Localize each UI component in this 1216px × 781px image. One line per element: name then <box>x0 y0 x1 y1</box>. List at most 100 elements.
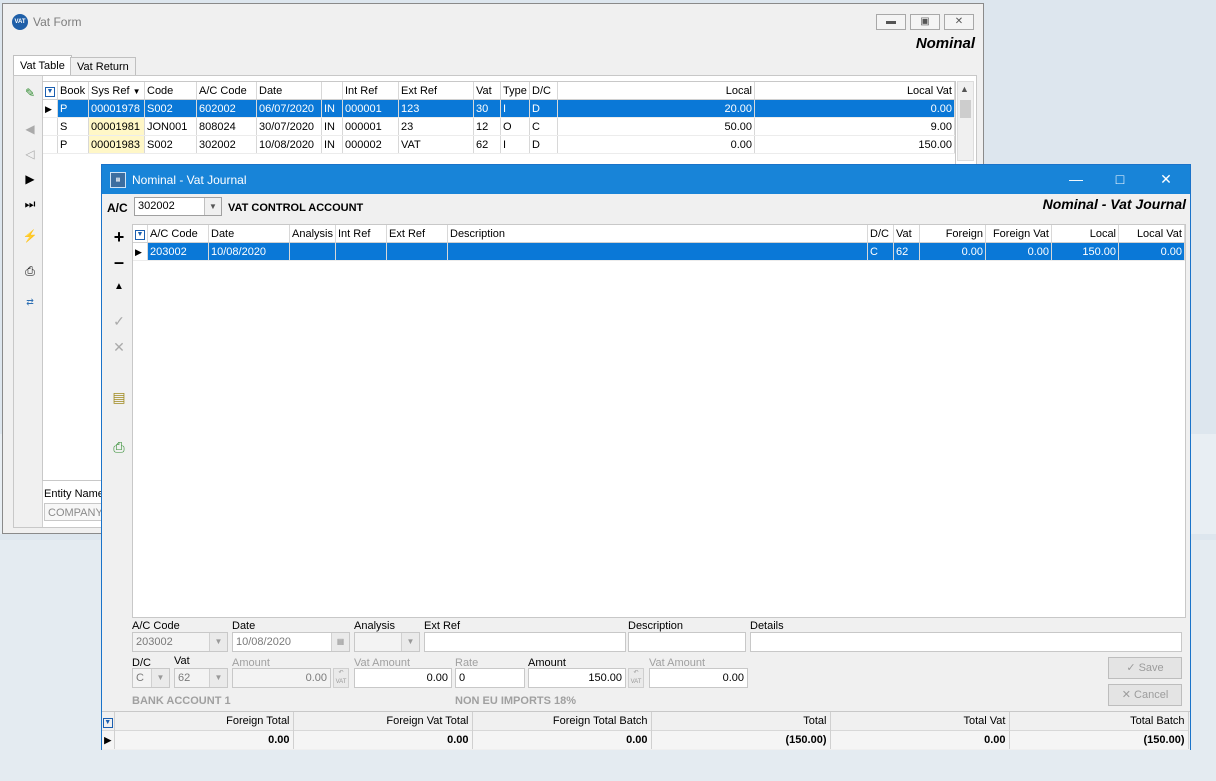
column-header[interactable]: Code <box>144 82 197 100</box>
column-header[interactable] <box>321 82 343 100</box>
vat-code-combo[interactable]: 62 ▼ <box>174 668 228 688</box>
column-header[interactable]: Local Vat <box>1118 225 1185 243</box>
table-cell: 000002 <box>342 135 399 154</box>
column-header[interactable]: Ext Ref <box>386 225 448 243</box>
close-icon: ✕ <box>1121 689 1131 701</box>
vat-code-value: 62 <box>178 672 191 684</box>
sort-desc-icon: ▼ <box>132 86 141 96</box>
remove-icon[interactable]: – <box>109 252 129 272</box>
minimize-button[interactable]: ▬ <box>876 14 906 30</box>
cancel-icon[interactable]: ✕ <box>109 337 129 357</box>
ext-ref-input[interactable] <box>424 632 626 652</box>
description-label: Description <box>628 620 684 632</box>
table-cell: 203002 <box>147 242 209 261</box>
chevron-down-icon[interactable]: ▼ <box>209 669 227 687</box>
column-header[interactable]: Type <box>500 82 530 100</box>
date-field[interactable]: 10/08/2020 ▦ <box>232 632 350 652</box>
column-header[interactable]: Int Ref <box>342 82 399 100</box>
chevron-down-icon[interactable]: ▼ <box>401 633 419 651</box>
add-icon[interactable]: + <box>109 227 129 247</box>
chevron-down-icon[interactable]: ▼ <box>209 633 227 651</box>
column-chooser-icon[interactable]: ▼ <box>43 82 58 100</box>
amount-local-input[interactable]: 150.00 <box>528 668 626 688</box>
print-icon[interactable]: ⎙ <box>22 263 38 279</box>
details-input[interactable] <box>750 632 1182 652</box>
vertical-scrollbar[interactable]: ▲ <box>957 81 974 161</box>
column-header[interactable]: Foreign <box>919 225 986 243</box>
vat-transfer-icon[interactable]: ⇄ <box>22 294 38 310</box>
column-header[interactable]: D/C <box>867 225 894 243</box>
ac-code-combo[interactable]: 203002 ▼ <box>132 632 228 652</box>
save-button[interactable]: ✓ Save <box>1108 657 1182 679</box>
check-icon[interactable]: ✓ <box>109 311 129 331</box>
vat-amount-input[interactable]: 0.00 <box>354 668 452 688</box>
calendar-icon[interactable]: ▦ <box>331 633 349 651</box>
column-header[interactable]: A/C Code <box>147 225 209 243</box>
vat-journal-window: ▦ Nominal - Vat Journal — □ ✕ A/C 302002… <box>101 164 1191 750</box>
column-chooser-icon[interactable]: ▼ <box>102 712 115 731</box>
journal-app-icon: ▦ <box>110 172 126 188</box>
account-select[interactable]: 302002 ▼ <box>134 197 222 216</box>
column-header[interactable]: Local <box>1051 225 1119 243</box>
minimize-button[interactable]: — <box>1064 170 1088 188</box>
previous-record-icon[interactable]: ◁ <box>22 146 38 162</box>
table-row[interactable]: S 00001981 JON001 808024 30/07/2020 IN 0… <box>43 117 955 136</box>
column-header[interactable]: D/C <box>529 82 558 100</box>
column-header[interactable]: Date <box>256 82 322 100</box>
tab-vat-return[interactable]: Vat Return <box>70 57 136 76</box>
close-button[interactable]: ✕ <box>1154 170 1178 188</box>
table-cell: 10/08/2020 <box>208 242 290 261</box>
column-header[interactable]: Int Ref <box>335 225 387 243</box>
vat-calc-icon-label: VAT <box>335 679 347 685</box>
next-record-icon[interactable]: ▶ <box>22 171 38 187</box>
column-header[interactable]: Local <box>557 82 755 100</box>
column-chooser-icon[interactable]: ▼ <box>133 225 148 243</box>
cancel-button[interactable]: ✕ Cancel <box>1108 684 1182 706</box>
dc-combo[interactable]: C ▼ <box>132 668 170 688</box>
column-header[interactable]: Foreign Vat <box>985 225 1052 243</box>
table-row[interactable]: P 00001983 S002 302002 10/08/2020 IN 000… <box>43 135 955 154</box>
amount-input[interactable]: 0.00 <box>232 668 331 688</box>
tab-vat-table[interactable]: Vat Table <box>13 55 72 76</box>
notes-icon[interactable]: ▤ <box>109 387 129 407</box>
total-header: Foreign Total <box>114 712 294 731</box>
move-up-icon[interactable]: ▲ <box>109 277 129 297</box>
chevron-down-icon[interactable]: ▼ <box>204 198 221 215</box>
analysis-combo[interactable]: ▼ <box>354 632 420 652</box>
chevron-down-icon[interactable]: ▼ <box>151 669 169 687</box>
print-icon[interactable]: ⎙ <box>109 437 129 457</box>
maximize-button[interactable]: ▣ <box>910 14 940 30</box>
column-header[interactable]: Ext Ref <box>398 82 474 100</box>
vat-amount-local-input[interactable]: 0.00 <box>649 668 748 688</box>
table-cell: 000001 <box>342 99 399 118</box>
scroll-up-icon[interactable]: ▲ <box>960 84 969 94</box>
filter-icon[interactable]: ⚡ <box>22 228 38 244</box>
column-header[interactable]: A/C Code <box>196 82 257 100</box>
table-cell: 00001978 <box>88 99 145 118</box>
edit-icon[interactable]: ✎ <box>22 85 38 101</box>
table-cell: IN <box>321 99 343 118</box>
first-record-icon[interactable]: ◀ <box>22 121 38 137</box>
table-cell: 20.00 <box>557 99 755 118</box>
vat-calc-icon[interactable]: ↶ VAT <box>333 668 349 688</box>
close-button[interactable]: ✕ <box>944 14 974 30</box>
column-header[interactable]: Analysis <box>289 225 336 243</box>
column-header[interactable]: Vat <box>893 225 920 243</box>
column-header[interactable]: Date <box>208 225 290 243</box>
table-row[interactable]: ▶ P 00001978 S002 602002 06/07/2020 IN 0… <box>43 99 955 118</box>
table-row[interactable]: ▶ 203002 10/08/2020 C 62 0.00 0.00 150.0… <box>133 242 1185 261</box>
save-button-label: Save <box>1138 662 1164 674</box>
maximize-button[interactable]: □ <box>1108 170 1132 188</box>
scroll-thumb[interactable] <box>960 100 971 118</box>
column-header[interactable]: Local Vat <box>754 82 955 100</box>
rate-input[interactable]: 0 <box>455 668 525 688</box>
column-header[interactable]: Sys Ref ▼ <box>88 82 145 100</box>
column-header[interactable]: Description <box>447 225 868 243</box>
entity-name-label: Entity Name <box>44 488 104 500</box>
column-header[interactable]: Book <box>57 82 89 100</box>
last-record-icon[interactable]: ⏭ <box>22 196 38 212</box>
vat-calc-icon[interactable]: ↶ VAT <box>628 668 644 688</box>
vat-app-icon: VAT <box>12 14 28 30</box>
description-input[interactable] <box>628 632 746 652</box>
column-header[interactable]: Vat <box>473 82 501 100</box>
